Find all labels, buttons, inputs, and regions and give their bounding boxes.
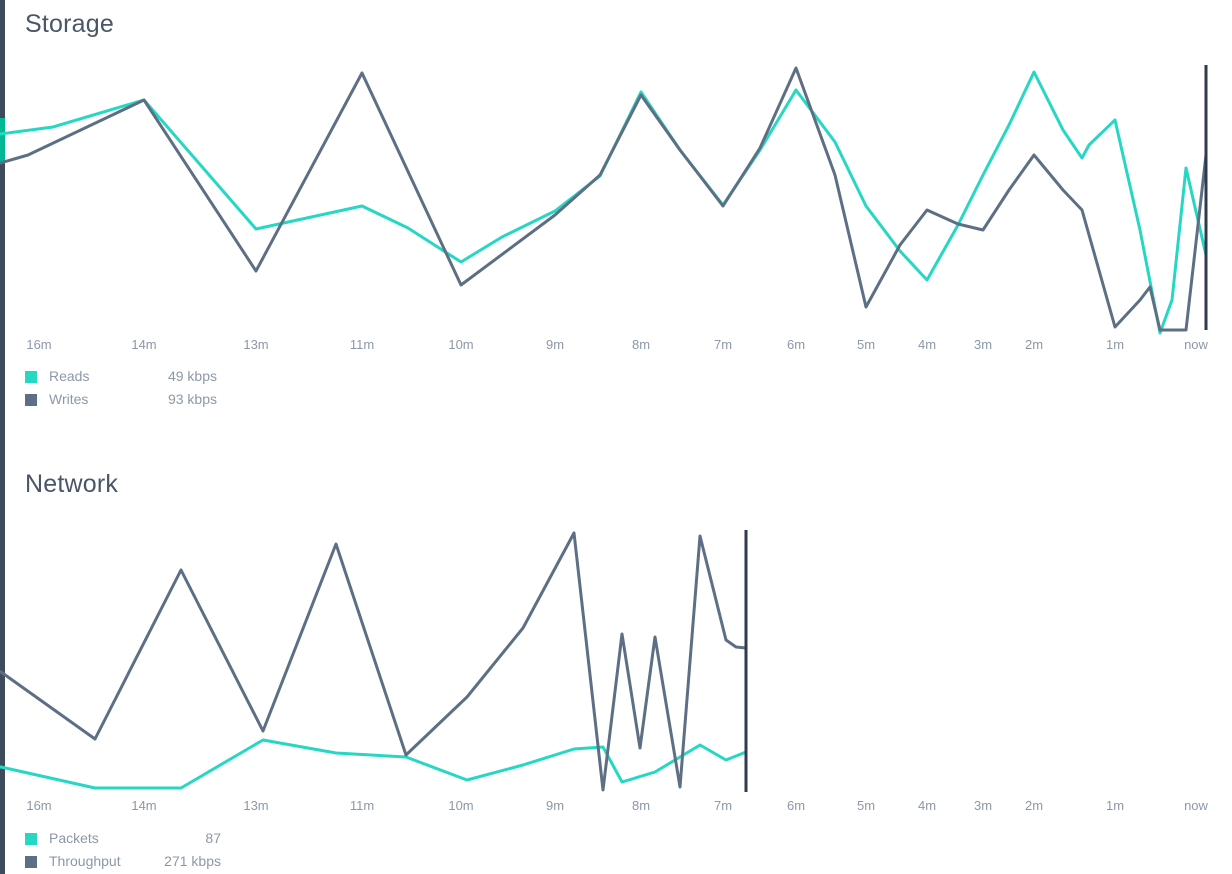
- network-chart-svg: [0, 530, 748, 792]
- legend-color-swatch: [25, 833, 37, 845]
- xaxis-tick-label: now: [1184, 798, 1208, 813]
- legend-series-value: 49 kbps: [167, 368, 217, 384]
- legend-series-value: 271 kbps: [164, 853, 221, 869]
- legend-color-swatch: [25, 371, 37, 383]
- xaxis-tick-label: 16m: [26, 337, 52, 352]
- xaxis-tick-label: 5m: [856, 337, 876, 352]
- xaxis-tick-label: 8m: [631, 337, 651, 352]
- storage-chart-svg: [0, 65, 1208, 335]
- xaxis-tick-label: 3m: [973, 337, 993, 352]
- xaxis-tick-label: 14m: [131, 798, 157, 813]
- xaxis-tick-label: 14m: [131, 337, 157, 352]
- series-line-throughput: [0, 531, 748, 792]
- dashboard-root: Storage 16m 14m 13m 11m 10m 9m 8m 7m 6m 5m 4m 3m 2m 1…: [0, 0, 1232, 874]
- xaxis-tick-label: 4m: [917, 337, 937, 352]
- xaxis-tick-label: 3m: [973, 798, 993, 813]
- xaxis-tick-label: 6m: [786, 337, 806, 352]
- xaxis-tick-label: 2m: [1024, 798, 1044, 813]
- legend-series-name: Reads: [49, 368, 90, 384]
- legend-series-value: 93 kbps: [167, 391, 217, 407]
- xaxis-tick-label: 13m: [243, 798, 269, 813]
- xaxis-tick-label: 4m: [917, 798, 937, 813]
- network-chart-xaxis: 16m 14m 13m 11m 10m 9m 8m 7m 6m 5m 4m 3m 2m 1m now: [0, 798, 1232, 818]
- network-panel: Network 16m 14m 13m 11m 10m 9m 8m 7m 6m 5m 4m 3m 2m 1…: [0, 460, 1232, 874]
- xaxis-tick-label: 7m: [713, 798, 733, 813]
- legend-series-name: Packets: [49, 830, 99, 846]
- xaxis-tick-label: 9m: [545, 337, 565, 352]
- storage-panel: Storage 16m 14m 13m 11m 10m 9m 8m 7m 6m 5m 4m 3m 2m 1…: [0, 0, 1232, 420]
- xaxis-tick-label: 6m: [786, 798, 806, 813]
- storage-chart-xaxis: 16m 14m 13m 11m 10m 9m 8m 7m 6m 5m 4m 3m 2m 1m now: [0, 337, 1232, 357]
- series-line-reads: [0, 70, 1208, 335]
- legend-series-value: 87: [205, 830, 221, 846]
- xaxis-tick-label: 1m: [1105, 798, 1125, 813]
- xaxis-tick-label: 10m: [448, 798, 474, 813]
- xaxis-tick-label: 1m: [1105, 337, 1125, 352]
- xaxis-tick-label: 5m: [856, 798, 876, 813]
- xaxis-tick-label: 2m: [1024, 337, 1044, 352]
- series-line-packets: [0, 738, 748, 790]
- legend-color-swatch: [25, 856, 37, 868]
- legend-series-name: Writes: [49, 391, 89, 407]
- series-line-writes: [0, 66, 1208, 332]
- xaxis-tick-label: 9m: [545, 798, 565, 813]
- xaxis-tick-label: now: [1184, 337, 1208, 352]
- xaxis-tick-label: 11m: [349, 798, 375, 813]
- storage-chart-plot: [0, 0, 1232, 340]
- legend-color-swatch: [25, 394, 37, 406]
- xaxis-tick-label: 8m: [631, 798, 651, 813]
- legend-series-name: Throughput: [49, 853, 121, 869]
- xaxis-tick-label: 10m: [448, 337, 474, 352]
- xaxis-tick-label: 7m: [713, 337, 733, 352]
- xaxis-tick-label: 13m: [243, 337, 269, 352]
- xaxis-tick-label: 16m: [26, 798, 52, 813]
- xaxis-tick-label: 11m: [349, 337, 375, 352]
